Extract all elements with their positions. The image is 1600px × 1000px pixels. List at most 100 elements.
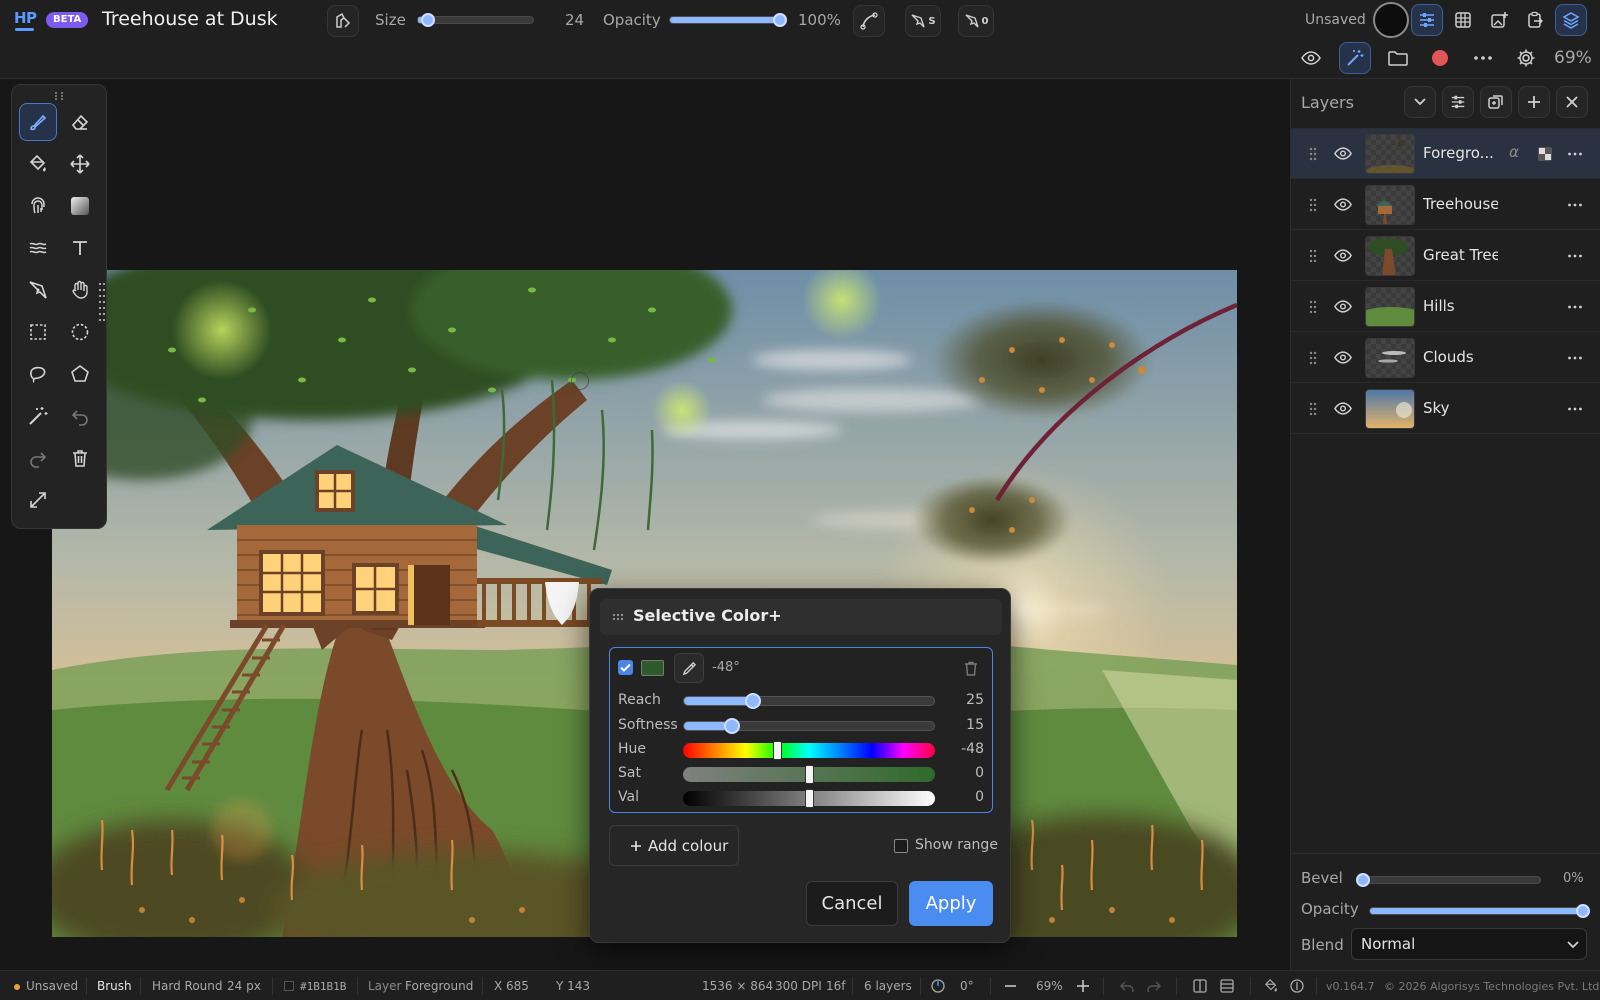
layer-adjust-button[interactable] xyxy=(1442,86,1474,118)
info-icon[interactable] xyxy=(1290,979,1304,993)
drag-handle-icon[interactable] xyxy=(1309,351,1317,365)
hue-slider[interactable] xyxy=(683,741,935,760)
export-button[interactable] xyxy=(1519,4,1551,36)
target-color-swatch[interactable] xyxy=(641,660,664,676)
eye-icon[interactable] xyxy=(1334,198,1352,211)
size-value[interactable]: 24 xyxy=(565,11,584,29)
layer-row-sky[interactable]: Sky xyxy=(1291,384,1600,434)
eye-icon[interactable] xyxy=(1334,402,1352,415)
layer-name[interactable]: Foregro... xyxy=(1423,144,1498,162)
redo-icon[interactable] xyxy=(1147,980,1161,992)
layer-name[interactable]: Clouds xyxy=(1423,348,1498,366)
redo-button[interactable] xyxy=(19,439,57,477)
eraser-tool[interactable] xyxy=(61,103,99,141)
layer-name[interactable]: Great Tree xyxy=(1423,246,1498,264)
blend-mode-select[interactable]: Normal xyxy=(1351,928,1587,960)
status-zoom[interactable]: 69% xyxy=(1036,979,1063,993)
document-title[interactable]: Treehouse at Dusk xyxy=(102,8,278,30)
pressure-button[interactable]: 0 xyxy=(958,5,994,37)
zoom-level[interactable]: 69% xyxy=(1554,48,1592,68)
layer-more-icon[interactable] xyxy=(1568,254,1582,258)
color-enabled-checkbox[interactable] xyxy=(618,660,633,675)
cancel-button[interactable]: Cancel xyxy=(806,881,898,926)
drag-handle-icon[interactable] xyxy=(1309,198,1317,212)
status-rotation[interactable]: 0° xyxy=(960,979,974,993)
split-view-icon[interactable] xyxy=(1193,979,1207,993)
layer-more-icon[interactable] xyxy=(1568,203,1582,207)
layer-more-icon[interactable] xyxy=(1568,356,1582,360)
slider-thumb[interactable] xyxy=(745,693,762,709)
apply-button[interactable]: Apply xyxy=(909,881,993,926)
drag-handle-icon[interactable] xyxy=(1309,402,1317,416)
zoom-out-icon[interactable] xyxy=(1005,985,1016,987)
layer-row-treehouse[interactable]: Treehouse xyxy=(1291,180,1600,230)
sat-slider[interactable] xyxy=(683,765,935,784)
visibility-button[interactable] xyxy=(1295,42,1327,74)
adjustments-button[interactable] xyxy=(1411,4,1443,36)
color-swatch[interactable] xyxy=(1373,2,1409,38)
duplicate-layer-button[interactable] xyxy=(1480,86,1512,118)
add-colour-button[interactable]: Add colour xyxy=(609,825,739,866)
close-panel-button[interactable] xyxy=(1556,86,1588,118)
slider-thumb[interactable] xyxy=(804,765,814,784)
open-folder-button[interactable] xyxy=(1382,42,1414,74)
resize-handle-icon[interactable] xyxy=(98,281,108,325)
rotation-icon[interactable] xyxy=(931,979,945,993)
fullscreen-button[interactable] xyxy=(19,481,57,519)
reach-slider[interactable] xyxy=(683,693,935,709)
drag-handle-icon[interactable] xyxy=(1309,300,1317,314)
undo-icon[interactable] xyxy=(1120,980,1134,992)
slider-thumb[interactable] xyxy=(724,718,741,734)
slider-thumb[interactable] xyxy=(772,741,782,760)
magic-button[interactable] xyxy=(1339,42,1371,74)
trash-icon[interactable] xyxy=(964,661,978,676)
eye-icon[interactable] xyxy=(1334,300,1352,313)
val-slider[interactable] xyxy=(683,789,935,808)
layer-opacity-slider[interactable] xyxy=(1369,904,1590,918)
polygon-select-tool[interactable] xyxy=(61,355,99,393)
layer-more-icon[interactable] xyxy=(1568,305,1582,309)
lasso-tool[interactable] xyxy=(19,355,57,393)
layer-more-icon[interactable] xyxy=(1568,152,1582,156)
alpha-lock-icon[interactable]: α xyxy=(1509,143,1519,161)
pen-tool[interactable] xyxy=(19,271,57,309)
bevel-slider[interactable] xyxy=(1356,873,1541,887)
layer-more-icon[interactable] xyxy=(1568,407,1582,411)
record-button[interactable] xyxy=(1424,42,1456,74)
delete-button[interactable] xyxy=(61,439,99,477)
layer-row-hills[interactable]: Hills xyxy=(1291,282,1600,332)
layers-toggle-button[interactable] xyxy=(1555,4,1587,36)
eye-icon[interactable] xyxy=(1334,351,1352,364)
layer-row-great-tree[interactable]: Great Tree xyxy=(1291,231,1600,281)
drag-handle-icon[interactable] xyxy=(54,91,64,101)
more-options-button[interactable] xyxy=(1467,42,1499,74)
opacity-value[interactable]: 100% xyxy=(798,11,841,29)
drag-handle-icon[interactable] xyxy=(1309,249,1317,263)
softness-slider[interactable] xyxy=(683,718,935,734)
layer-mask-icon[interactable] xyxy=(1538,147,1552,161)
text-tool[interactable] xyxy=(61,229,99,267)
grid-button[interactable] xyxy=(1447,4,1479,36)
paint-bucket-icon[interactable] xyxy=(1264,979,1278,993)
layer-name[interactable]: Treehouse xyxy=(1423,195,1498,213)
opacity-slider[interactable] xyxy=(669,13,787,27)
move-tool[interactable] xyxy=(61,145,99,183)
curve-button[interactable] xyxy=(853,5,885,37)
magic-wand-tool[interactable] xyxy=(19,397,57,435)
undo-button[interactable] xyxy=(61,397,99,435)
slider-thumb[interactable] xyxy=(804,789,814,808)
size-slider[interactable] xyxy=(417,13,534,27)
brush-tool[interactable] xyxy=(19,103,57,141)
rect-select-tool[interactable] xyxy=(19,313,57,351)
show-range-checkbox[interactable] xyxy=(894,839,908,853)
hand-tool[interactable] xyxy=(61,271,99,309)
brush-settings-button[interactable] xyxy=(327,5,359,37)
layers-collapse-button[interactable] xyxy=(1404,86,1436,118)
drag-handle-icon[interactable] xyxy=(612,613,624,621)
size-slider-thumb[interactable] xyxy=(421,13,436,27)
eye-icon[interactable] xyxy=(1334,249,1352,262)
eye-icon[interactable] xyxy=(1334,147,1352,160)
layer-row-clouds[interactable]: Clouds xyxy=(1291,333,1600,383)
bevel-slider-thumb[interactable] xyxy=(1356,873,1370,887)
settings-button[interactable] xyxy=(1510,42,1542,74)
